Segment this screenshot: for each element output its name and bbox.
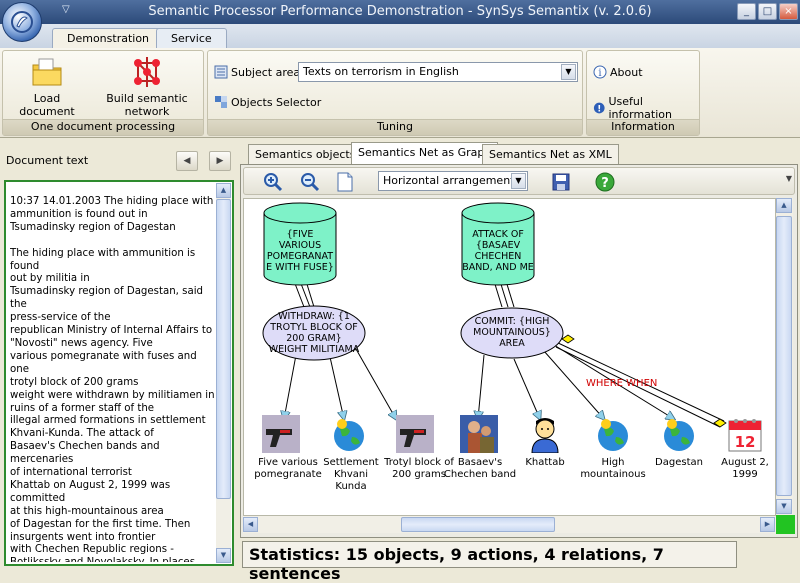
chevron-down-icon[interactable]: ▼ [511,173,526,189]
scroll-thumb[interactable] [776,216,792,496]
scroll-down-icon[interactable]: ▼ [776,499,792,514]
next-document-button[interactable]: ▶ [209,151,231,171]
graph-canvas[interactable]: WHERE WHEN {FIVE VARIOUS POMEGRANAT E WI… [243,198,776,516]
action-node-cylinder-1[interactable]: {FIVE VARIOUS POMEGRANAT E WITH FUSE} [262,201,338,287]
group-information: i About ! Useful information Information [586,50,700,136]
ribbon-tabbar: Demonstration Service [0,24,800,48]
people-icon[interactable] [460,415,498,453]
person-icon[interactable] [526,415,564,454]
node-label: Settlement Khvani Kunda [323,457,379,492]
about-label: About [610,65,643,79]
group-tuning-caption: Tuning [208,119,582,135]
relation-label: WHERE WHEN [586,378,657,389]
graph-pane: Horizontal arrangement ▼ ? ▼ WHERE WHEN … [240,164,798,538]
zoom-out-icon[interactable] [299,171,321,193]
quick-access-dropdown[interactable]: ▽ [62,4,70,15]
minimize-button[interactable]: _ [737,3,756,20]
arrangement-value: Horizontal arrangement [383,174,515,187]
node-label: Khattab [525,457,565,468]
globe-icon[interactable] [330,415,368,453]
graph-horizontal-scrollbar[interactable]: ◀ ▶ [243,516,776,533]
pistol-icon[interactable] [262,415,300,453]
network-icon [134,57,160,87]
tab-semantics-net-graph[interactable]: Semantics Net as Graph [351,142,499,165]
action-node-ellipse-2[interactable]: COMMIT: {HIGH MOUNTAINOUS} AREA [460,307,564,359]
status-indicator [776,515,795,534]
app-menu-icon[interactable] [2,2,42,42]
graph-toolbar: Horizontal arrangement ▼ ? ▼ [243,167,795,195]
cylinder-1-text: {FIVE VARIOUS POMEGRANAT E WITH FUSE} [266,229,334,273]
help-icon[interactable]: ? [594,171,616,193]
scroll-thumb[interactable] [401,517,555,532]
scroll-up-icon[interactable]: ▲ [216,183,231,198]
page-icon[interactable] [334,171,356,193]
node-label: High mountainous [580,457,646,480]
subject-area-value: Texts on terrorism in English [303,65,459,78]
selector-icon [215,96,227,108]
previous-document-button[interactable]: ◀ [176,151,198,171]
alert-icon: ! [593,102,605,115]
subject-area-button[interactable]: Subject area [214,65,300,79]
globe-icon[interactable] [594,415,632,453]
subject-area-combo[interactable]: Texts on terrorism in English ▼ [298,62,578,82]
toolbar-overflow-icon[interactable]: ▼ [786,174,792,183]
group-tuning: Subject area Texts on terrorism in Engli… [207,50,583,136]
statistics-bar: Statistics: 15 objects, 9 actions, 4 rel… [242,541,737,583]
objects-selector-label: Objects Selector [231,95,322,109]
ribbon: Load document from text file Build seman… [0,48,800,138]
subject-area-label: Subject area [231,65,301,79]
about-button[interactable]: i About [593,65,643,79]
graph-vertical-scrollbar[interactable]: ▲ ▼ [776,198,793,515]
svg-text:i: i [598,68,601,79]
svg-text:!: ! [597,105,601,115]
list-icon [214,65,228,79]
close-button[interactable]: × [779,3,798,20]
node-label: August 2, 1999 [721,457,769,480]
tab-semantics-net-xml[interactable]: Semantics Net as XML [482,144,619,165]
node-label: Dagestan [655,457,703,468]
scroll-thumb[interactable] [216,199,231,499]
help-glyph: ? [601,176,609,191]
tab-demonstration[interactable]: Demonstration [52,28,165,48]
group-information-caption: Information [587,119,699,135]
folder-icon [32,58,62,86]
objects-selector-button[interactable]: Objects Selector [214,95,321,109]
chevron-down-icon[interactable]: ▼ [561,64,576,80]
scroll-left-icon[interactable]: ◀ [243,517,258,532]
useful-information-label: Useful information [608,95,672,121]
ellipse-1-text: WITHDRAW: {1 TROTYL BLOCK OF 200 GRAM} W… [268,311,360,355]
save-icon[interactable] [550,171,572,193]
pistol-icon[interactable] [396,415,434,453]
action-node-ellipse-1[interactable]: WITHDRAW: {1 TROTYL BLOCK OF 200 GRAM} W… [262,305,366,361]
calendar-icon[interactable]: 12 [726,415,764,453]
maximize-button[interactable]: □ [758,3,777,20]
info-icon: i [593,65,607,79]
cylinder-2-text: ATTACK OF {BASAEV CHECHEN BAND, AND ME [462,229,534,273]
zoom-in-icon[interactable] [262,171,284,193]
globe-icon[interactable] [660,415,698,453]
scroll-up-icon[interactable]: ▲ [776,198,792,213]
calendar-day: 12 [735,433,756,451]
tab-semantics-objects[interactable]: Semantics objects [248,144,363,165]
scroll-right-icon[interactable]: ▶ [760,517,775,532]
document-scrollbar[interactable]: ▲ ▼ [216,183,231,563]
group-one-document-caption: One document processing [3,119,203,135]
scroll-down-icon[interactable]: ▼ [216,548,231,563]
node-label: Five various pomegranate [254,457,322,480]
action-node-cylinder-2[interactable]: ATTACK OF {BASAEV CHECHEN BAND, AND ME [460,201,536,287]
node-label: Basaev's Chechen band [443,457,517,480]
document-text[interactable]: 10:37 14.01.2003 The hiding place with a… [10,196,218,562]
useful-information-button[interactable]: ! Useful information [593,95,699,121]
window-title: Semantic Processor Performance Demonstra… [148,4,652,19]
ellipse-2-text: COMMIT: {HIGH MOUNTAINOUS} AREA [473,316,551,349]
arrangement-combo[interactable]: Horizontal arrangement ▼ [378,171,528,191]
title-bar: Semantic Processor Performance Demonstra… [0,0,800,24]
tab-service[interactable]: Service [156,28,227,48]
document-text-panel[interactable]: 10:37 14.01.2003 The hiding place with a… [4,180,234,566]
document-text-header: Document text [6,154,89,167]
group-one-document: Load document from text file Build seman… [2,50,204,136]
